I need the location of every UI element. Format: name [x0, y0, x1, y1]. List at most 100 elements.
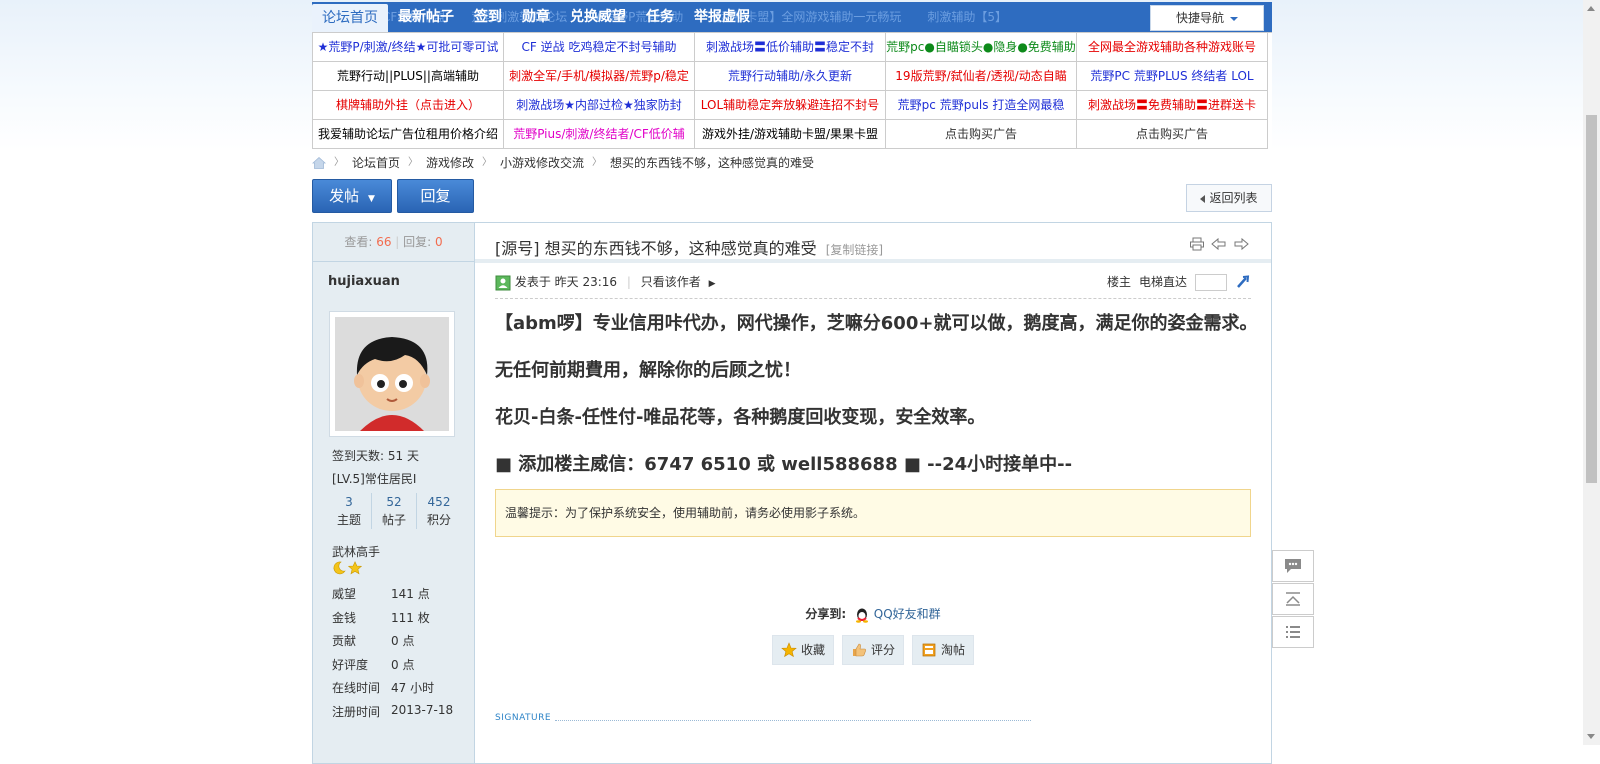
nav-item[interactable]: 兑换威望 [560, 2, 636, 32]
scroll-up-arrow-icon[interactable] [1587, 6, 1595, 11]
nav-item[interactable]: 最新帖子 [388, 2, 464, 32]
property-value: 141 点 [391, 587, 430, 601]
back-to-top-button[interactable] [1272, 583, 1314, 615]
ad-link[interactable]: 刺激战场〓低价辅助〓稳定不封 [695, 33, 886, 62]
ad-link[interactable]: 点击购买广告 [1077, 120, 1268, 149]
ad-link[interactable]: 荒野行动辅助/永久更新 [695, 62, 886, 91]
stat-points[interactable]: 452 积分 [417, 493, 461, 529]
reply-label: 回复 [420, 187, 451, 205]
share-bar: 分享到: QQ好友和群 [475, 605, 1271, 623]
back-to-list-button[interactable]: 返回列表 [1186, 184, 1272, 212]
rate-button[interactable]: 评分 [841, 635, 904, 665]
elevator-label: 电梯直达 [1138, 275, 1187, 289]
thread-stats: 查看: 66 | 回复: 0 [313, 223, 474, 262]
ad-link[interactable]: 刺激全军/手机/模拟器/荒野p/稳定 [504, 62, 695, 91]
top-navbar: CF科技卡盟 荒野刺激辅助论坛 ★荒野P荒野辅助 【科技卡盟】全网游戏辅助一元畅玩 刺激… [312, 2, 1272, 32]
only-author-link[interactable]: 只看该作者 [641, 275, 701, 289]
vertical-scrollbar[interactable] [1583, 0, 1600, 745]
avatar[interactable] [329, 311, 455, 437]
chevron-down-icon: ▼ [367, 194, 375, 204]
quick-nav-button[interactable]: 快捷导航 [1150, 5, 1264, 31]
thread-prefix[interactable]: [源号] [495, 239, 540, 258]
thumbs-up-icon [852, 643, 866, 657]
post-body-line: 【abm啰】专业信用咔代办，网代操作，芝嘛分600+就可以做，鹅度高，满足你的姿… [495, 313, 1258, 334]
ad-link[interactable]: 棋牌辅助外挂（点击进入） [313, 91, 504, 120]
author-name[interactable]: hujiaxuan [328, 274, 400, 289]
stat-topics[interactable]: 3 主题 [327, 493, 372, 529]
nav-item[interactable]: 勋章 [512, 2, 560, 32]
quick-reply-button[interactable] [1272, 550, 1314, 582]
post-meta: 发表于 昨天 23:16 | 只看该作者 ▶ 楼主 电梯直达 [495, 271, 1251, 293]
user-rank: 武林高手 [332, 545, 381, 559]
nav-item[interactable]: 签到 [464, 2, 512, 32]
breadcrumb-separator: 〉 [482, 157, 493, 168]
property-label: 金钱 [332, 610, 357, 625]
next-thread-icon[interactable] [1233, 237, 1249, 251]
post-container: 查看: 66 | 回复: 0 hujiaxuan 签到天数: 51 天 [LV.… [312, 222, 1272, 764]
scroll-down-arrow-icon[interactable] [1587, 734, 1595, 739]
ad-link[interactable]: 19版荒野/弑仙者/透视/动态自瞄 [886, 62, 1077, 91]
breadcrumb-item[interactable]: 小游戏修改交流 [500, 153, 584, 173]
ad-link[interactable]: 荒野Pius/刺激/终结者/CF低价辅 [504, 120, 695, 149]
previous-thread-icon[interactable] [1211, 237, 1227, 251]
property-label: 在线时间 [332, 681, 381, 695]
ticker-item[interactable]: 刺激辅助【5】 [927, 10, 1007, 24]
collect-thread-button[interactable]: 淘帖 [912, 635, 975, 665]
nav-item[interactable]: 论坛首页 [312, 4, 388, 32]
breadcrumb-item[interactable]: 论坛首页 [352, 153, 400, 173]
chevron-down-icon [1230, 16, 1238, 21]
ad-link[interactable]: LOL辅助稳定奔放躲避连招不封号 [695, 91, 886, 120]
floating-tools [1272, 550, 1314, 649]
share-label: 分享到: [805, 607, 847, 621]
stat-value: 52 [386, 495, 402, 509]
breadcrumb-item[interactable]: 游戏修改 [426, 153, 474, 173]
home-icon[interactable] [312, 156, 326, 170]
favorite-button[interactable]: 收藏 [771, 635, 834, 665]
signature-label: SIGNATURE [495, 713, 552, 723]
favorite-label: 收藏 [800, 643, 825, 657]
user-level: [LV.5]常住居民I [332, 472, 417, 486]
moon-icon [333, 561, 346, 575]
ad-link[interactable]: 荒野pc●自瞄锁头●隐身●免费辅助 [886, 33, 1077, 62]
ad-link[interactable]: 荒野PC 荒野PLUS 终结者 LOL [1077, 62, 1268, 91]
property-value: 111 枚 [391, 610, 430, 625]
floor-label: 楼主 [1106, 275, 1131, 289]
post-time: 发表于 昨天 23:16 [514, 275, 618, 289]
caret-right-icon: ▶ [708, 279, 716, 289]
stat-posts[interactable]: 52 帖子 [372, 493, 417, 529]
property-value: 47 小时 [391, 681, 435, 695]
scrollbar-thumb[interactable] [1586, 115, 1597, 483]
arrow-up-icon [1286, 592, 1300, 606]
ad-link[interactable]: 荒野pc 荒野puls 打造全网最稳 [886, 91, 1077, 120]
back-to-list-float-button[interactable] [1272, 616, 1314, 648]
ad-grid: ★荒野P/刺激/终结★可批可零可试 CF 逆战 吃鸡稳定不封号辅助 刺激战场〓低价辅… [312, 32, 1272, 149]
star-icon [781, 642, 797, 658]
views-count: 66 [376, 235, 392, 249]
share-qq-link[interactable]: QQ好友和群 [874, 607, 941, 621]
copy-link[interactable]: [复制链接] [826, 243, 883, 257]
ad-link[interactable]: 刺激战场〓免费辅助〓进群送卡 [1077, 91, 1268, 120]
property-value: 0 点 [391, 657, 415, 672]
ad-link[interactable]: 点击购买广告 [886, 120, 1077, 149]
ad-link[interactable]: 荒野行动||PLUS||高端辅助 [313, 62, 504, 91]
ad-link[interactable]: 游戏外挂/游戏辅助卡盟/果果卡盟 [695, 120, 886, 149]
print-icon[interactable] [1189, 237, 1205, 251]
signin-days: 签到天数: 51 天 [332, 449, 419, 463]
ad-link[interactable]: ★荒野P/刺激/终结★可批可零可试 [313, 33, 504, 62]
new-post-button[interactable]: 发帖 ▼ [312, 179, 392, 213]
thread-title-text: 想买的东西钱不够，这种感觉真的难受 [544, 239, 817, 258]
ad-link[interactable]: 刺激战场★内部过检★独家防封 [504, 91, 695, 120]
rate-label: 评分 [870, 643, 895, 657]
breadcrumb-separator: 〉 [408, 157, 419, 168]
qq-icon[interactable] [854, 607, 870, 623]
ad-link[interactable]: 全网最全游戏辅助各种游戏账号 [1077, 33, 1268, 62]
reply-button[interactable]: 回复 [397, 179, 474, 213]
ad-link[interactable]: 我爱辅助论坛广告位租用价格介绍 [313, 120, 504, 149]
ad-link[interactable]: CF 逆战 吃鸡稳定不封号辅助 [504, 33, 695, 62]
nav-item[interactable]: 任务 [636, 2, 684, 32]
floor-number-input[interactable] [1195, 273, 1227, 291]
thread-title: [源号] 想买的东西钱不够，这种感觉真的难受 [复制链接] [495, 235, 883, 259]
meta-divider [495, 298, 1251, 299]
jump-icon[interactable] [1235, 274, 1251, 290]
nav-item[interactable]: 举报虚假 [684, 2, 760, 32]
